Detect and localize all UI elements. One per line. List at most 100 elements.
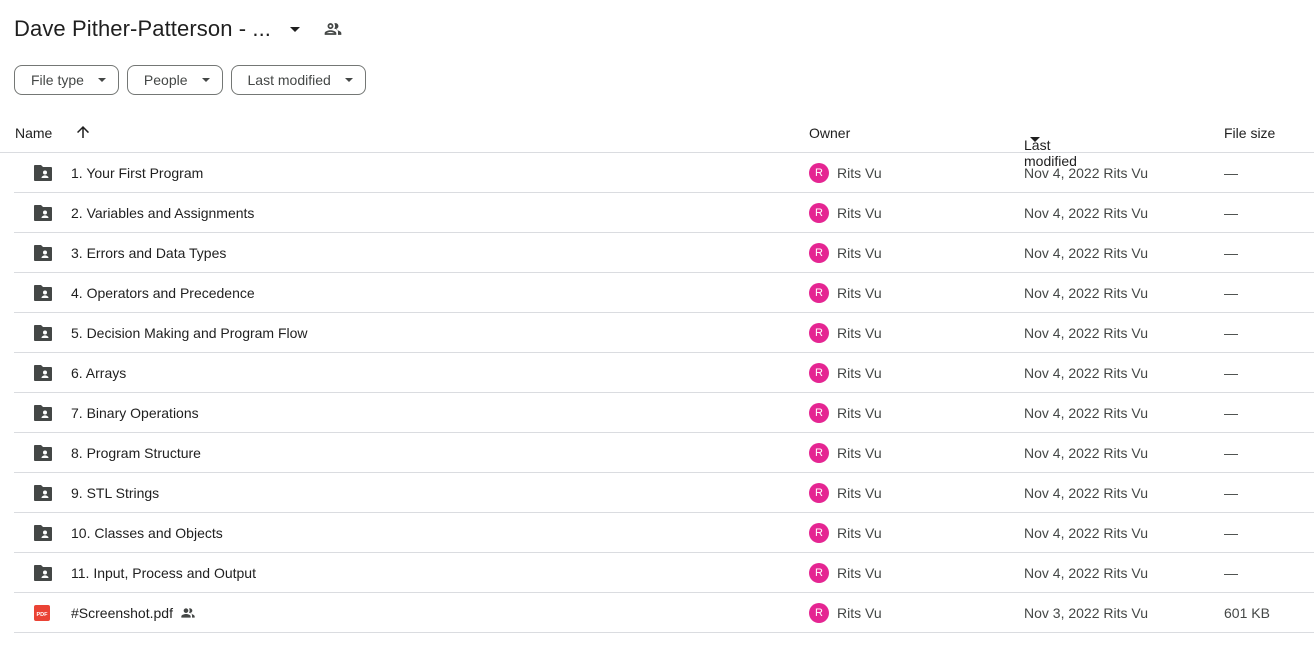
shared-folder-icon	[33, 364, 53, 382]
avatar: R	[809, 563, 829, 583]
owner-name: Rits Vu	[837, 245, 882, 261]
caret-down-icon	[97, 78, 106, 82]
column-owner[interactable]: Owner	[809, 125, 850, 141]
file-name-text: 4. Operators and Precedence	[71, 285, 255, 301]
file-name[interactable]: 9. STL Strings	[71, 485, 159, 501]
pdf-file-icon: PDF	[33, 604, 53, 622]
avatar: R	[809, 603, 829, 623]
last-modified: Nov 4, 2022 Rits Vu	[1024, 365, 1148, 381]
file-name[interactable]: 2. Variables and Assignments	[71, 205, 254, 221]
table-row[interactable]: 6. Arrays R Rits Vu Nov 4, 2022 Rits Vu —	[14, 353, 1314, 393]
file-name[interactable]: 11. Input, Process and Output	[71, 565, 256, 581]
shared-folder-icon	[33, 324, 53, 342]
file-size: —	[1224, 525, 1238, 541]
table-row[interactable]: 3. Errors and Data Types R Rits Vu Nov 4, 2…	[14, 233, 1314, 273]
last-modified: Nov 4, 2022 Rits Vu	[1024, 565, 1148, 581]
page-header: Dave Pither-Patterson - ...	[14, 12, 345, 46]
file-name-text: 6. Arrays	[71, 365, 127, 381]
file-name[interactable]: #Screenshot.pdf	[71, 605, 196, 621]
file-name[interactable]: 6. Arrays	[71, 365, 126, 381]
caret-down-icon	[1030, 137, 1040, 142]
file-size: —	[1224, 405, 1238, 421]
file-name[interactable]: 5. Decision Making and Program Flow	[71, 325, 308, 341]
file-size: —	[1224, 325, 1238, 341]
last-modified: Nov 4, 2022 Rits Vu	[1024, 285, 1148, 301]
file-list: 1. Your First Program R Rits Vu Nov 4, 2022…	[14, 153, 1314, 633]
file-name-text: 2. Variables and Assignments	[71, 205, 255, 221]
table-row[interactable]: 9. STL Strings R Rits Vu Nov 4, 2022 Rits V…	[14, 473, 1314, 513]
shared-folder-icon	[33, 164, 53, 182]
file-name[interactable]: 10. Classes and Objects	[71, 525, 223, 541]
file-name-text: 7. Binary Operations	[71, 405, 199, 421]
last-modified: Nov 4, 2022 Rits Vu	[1024, 485, 1148, 501]
arrow-drop-down-icon[interactable]	[283, 17, 307, 41]
file-size: —	[1224, 485, 1238, 501]
file-name-text: 11. Input, Process and Output	[71, 565, 256, 581]
table-row[interactable]: 10. Classes and Objects R Rits Vu Nov 4, 20…	[14, 513, 1314, 553]
file-size: —	[1224, 285, 1238, 301]
shared-folder-icon	[33, 244, 53, 262]
owner-name: Rits Vu	[837, 605, 882, 621]
file-name[interactable]: 7. Binary Operations	[71, 405, 199, 421]
last-modified-filter[interactable]: Last modified	[230, 65, 366, 95]
avatar: R	[809, 323, 829, 343]
column-header-row: Name Owner Last modified File size	[0, 113, 1314, 169]
file-name-text: 5. Decision Making and Program Flow	[71, 325, 308, 341]
table-row[interactable]: 7. Binary Operations R Rits Vu Nov 4, 2022 …	[14, 393, 1314, 433]
file-name[interactable]: 4. Operators and Precedence	[71, 285, 255, 301]
file-name-text: 3. Errors and Data Types	[71, 245, 227, 261]
avatar: R	[809, 363, 829, 383]
file-size: —	[1224, 445, 1238, 461]
file-size: —	[1224, 165, 1238, 181]
table-row[interactable]: 4. Operators and Precedence R Rits Vu Nov 4…	[14, 273, 1314, 313]
owner-name: Rits Vu	[837, 485, 882, 501]
last-modified: Nov 4, 2022 Rits Vu	[1024, 245, 1148, 261]
owner-name: Rits Vu	[837, 285, 882, 301]
owner-name: Rits Vu	[837, 325, 882, 341]
file-size: 601 KB	[1224, 605, 1270, 621]
filter-bar: File type People Last modified	[14, 65, 366, 95]
filter-label: File type	[31, 72, 84, 88]
avatar: R	[809, 523, 829, 543]
avatar: R	[809, 283, 829, 303]
caret-down-icon	[344, 78, 353, 82]
table-row[interactable]: 8. Program Structure R Rits Vu Nov 4, 2022 …	[14, 433, 1314, 473]
file-name-text: 1. Your First Program	[71, 165, 204, 181]
column-file-size[interactable]: File size	[1224, 125, 1275, 141]
owner-name: Rits Vu	[837, 565, 882, 581]
column-name[interactable]: Name	[15, 125, 52, 141]
avatar: R	[809, 163, 829, 183]
file-name[interactable]: 3. Errors and Data Types	[71, 245, 226, 261]
page-title[interactable]: Dave Pither-Patterson - ...	[14, 16, 271, 42]
shared-folder-icon	[33, 564, 53, 582]
filter-label: Last modified	[247, 72, 331, 88]
owner-name: Rits Vu	[837, 445, 882, 461]
sort-arrow-up-icon[interactable]	[74, 123, 92, 144]
shared-folder-icon	[33, 404, 53, 422]
file-name[interactable]: 1. Your First Program	[71, 165, 203, 181]
table-row[interactable]: 5. Decision Making and Program Flow R Rits…	[14, 313, 1314, 353]
avatar: R	[809, 203, 829, 223]
file-name[interactable]: 8. Program Structure	[71, 445, 201, 461]
file-size: —	[1224, 565, 1238, 581]
table-row[interactable]: 11. Input, Process and Output R Rits Vu Nov…	[14, 553, 1314, 593]
table-row[interactable]: 1. Your First Program R Rits Vu Nov 4, 2022…	[14, 153, 1314, 193]
file-name-text: 9. STL Strings	[71, 485, 160, 501]
last-modified: Nov 4, 2022 Rits Vu	[1024, 325, 1148, 341]
avatar: R	[809, 403, 829, 423]
table-row[interactable]: 2. Variables and Assignments R Rits Vu Nov …	[14, 193, 1314, 233]
last-modified: Nov 4, 2022 Rits Vu	[1024, 165, 1148, 181]
file-type-filter[interactable]: File type	[14, 65, 119, 95]
people-filter[interactable]: People	[126, 65, 223, 95]
avatar: R	[809, 443, 829, 463]
table-row[interactable]: PDF #Screenshot.pdf R Rits Vu Nov 3, 2022 Ri…	[14, 593, 1314, 633]
owner-name: Rits Vu	[837, 365, 882, 381]
owner-name: Rits Vu	[837, 525, 882, 541]
shared-folder-icon	[33, 284, 53, 302]
caret-down-icon	[201, 78, 210, 82]
last-modified: Nov 4, 2022 Rits Vu	[1024, 445, 1148, 461]
last-modified: Nov 4, 2022 Rits Vu	[1024, 525, 1148, 541]
file-size: —	[1224, 365, 1238, 381]
people-icon[interactable]	[321, 17, 345, 41]
owner-name: Rits Vu	[837, 405, 882, 421]
